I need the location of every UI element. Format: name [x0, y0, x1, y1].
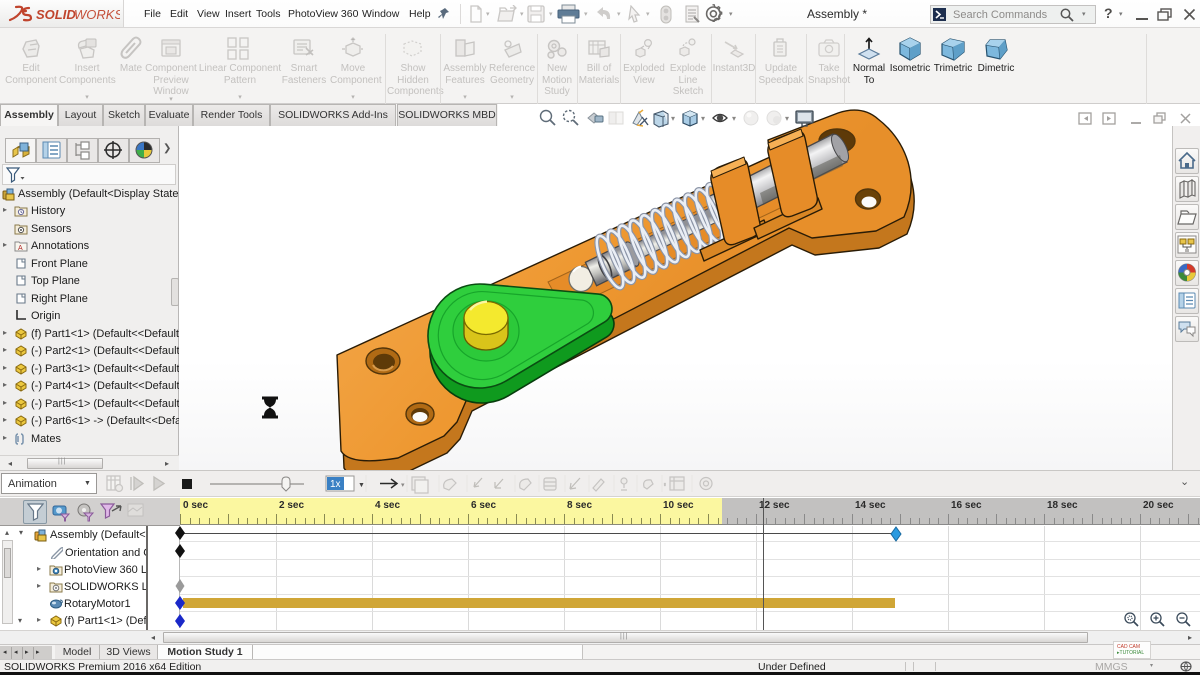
svg-text:▾: ▾: [701, 114, 705, 123]
svg-text:▼: ▼: [358, 482, 365, 489]
svg-text:▾: ▾: [732, 114, 736, 123]
svg-text:': ': [664, 482, 666, 492]
svg-text:1x: 1x: [330, 479, 341, 490]
svg-text:▾: ▾: [401, 482, 405, 489]
svg-text:A: A: [18, 245, 23, 252]
svg-text:SOLID: SOLID: [36, 7, 76, 22]
svg-text:WORKS: WORKS: [74, 7, 120, 22]
svg-text:▾: ▾: [785, 114, 789, 123]
svg-text:▾: ▾: [671, 114, 675, 123]
